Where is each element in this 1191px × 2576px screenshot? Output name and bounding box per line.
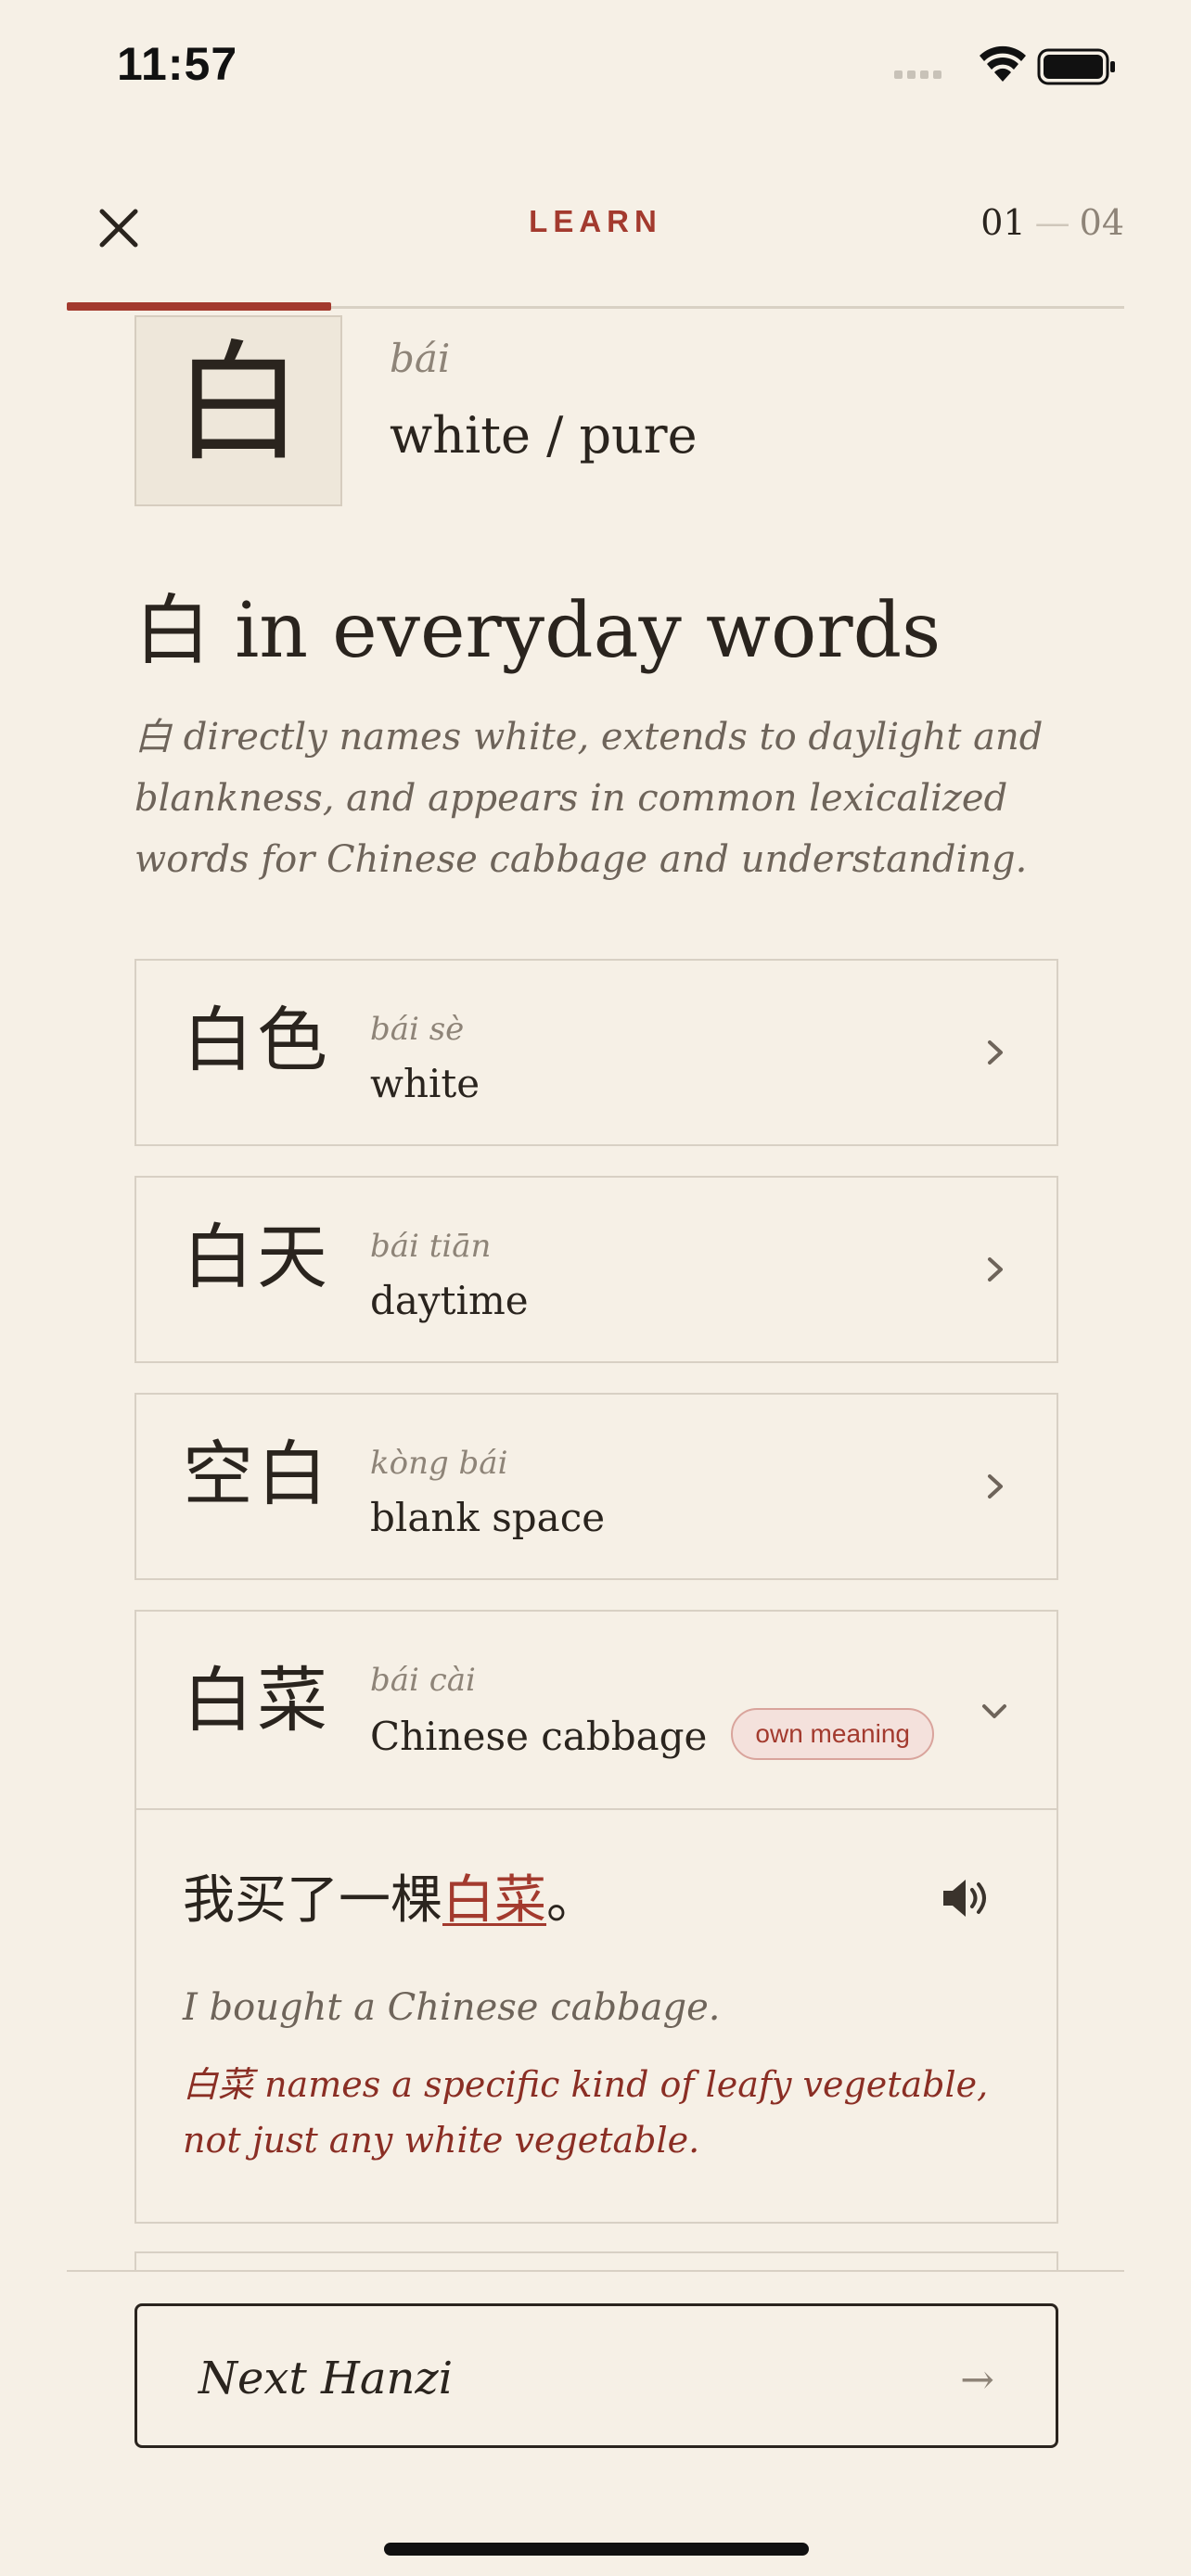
example-translation: I bought a Chinese cabbage. xyxy=(183,1986,721,2029)
hanzi-tile: 白 xyxy=(134,315,342,506)
chevron-right-icon xyxy=(988,1257,1003,1282)
word-card[interactable]: 白色 bái sè white xyxy=(134,959,1058,1146)
sentence-after: 。 xyxy=(546,1870,598,1931)
arrow-right-icon: → xyxy=(960,2356,994,2404)
word-card-header[interactable]: 白菜 bái cài Chinese cabbage own meaning xyxy=(136,1612,1057,1808)
section-description: 白 directly names white, extends to dayli… xyxy=(134,716,1044,881)
hanzi-pinyin: bái xyxy=(390,336,451,381)
word-pinyin: bái tiān xyxy=(370,1228,492,1265)
chevron-down-icon[interactable] xyxy=(979,1695,1010,1727)
hanzi-meaning: white / pure xyxy=(390,406,698,465)
status-icons xyxy=(894,45,1115,85)
home-indicator[interactable] xyxy=(384,2543,809,2556)
step-current: 01 xyxy=(980,202,1026,243)
progress-fill xyxy=(67,302,331,311)
word-meaning: blank space xyxy=(370,1495,606,1540)
word-pinyin: kòng bái xyxy=(370,1445,508,1482)
word-card-expanded[interactable]: 白菜 bái cài Chinese cabbage own meaning 我买… xyxy=(134,1610,1058,2224)
chevron-right-icon xyxy=(988,1040,1003,1065)
word-pinyin: bái cài xyxy=(370,1662,476,1699)
section-title: 白 in everyday words xyxy=(134,587,941,675)
sentence-highlight[interactable]: 白菜 xyxy=(442,1870,546,1931)
word-hanzi: 白色 xyxy=(183,999,331,1081)
sentence-before: 我买了一棵 xyxy=(183,1870,442,1931)
example-sentence: 我买了一棵白菜。 xyxy=(183,1858,598,1933)
battery-icon xyxy=(1037,48,1115,85)
word-card[interactable]: 白天 bái tiān daytime xyxy=(134,1176,1058,1363)
step-separator: — xyxy=(1034,202,1070,243)
footer-divider xyxy=(67,2270,1124,2272)
next-hanzi-label: Next Hanzi xyxy=(198,2353,454,2404)
step-counter: 01—04 xyxy=(980,202,1124,243)
next-hanzi-button[interactable]: Next Hanzi → xyxy=(134,2303,1058,2448)
signal-icon xyxy=(894,70,941,79)
example-note: 白菜 names a specific kind of leafy vegeta… xyxy=(183,2064,989,2161)
chevron-right-icon xyxy=(988,1474,1003,1498)
status-time: 11:57 xyxy=(117,38,238,90)
hanzi-character: 白 xyxy=(173,328,303,479)
speaker-icon[interactable] xyxy=(940,1875,992,1921)
own-meaning-badge: own meaning xyxy=(731,1708,934,1760)
word-meaning: Chinese cabbage xyxy=(370,1714,708,1759)
word-card[interactable]: 空白 kòng bái blank space xyxy=(134,1393,1058,1580)
word-meaning: white xyxy=(370,1061,480,1106)
word-card-partial xyxy=(134,2251,1058,2270)
example-panel: 我买了一棵白菜。 I bought a Chinese cabbage. 白菜 … xyxy=(136,1808,1057,2161)
wifi-icon xyxy=(980,45,1026,82)
word-hanzi: 白菜 xyxy=(183,1659,331,1741)
word-meaning: daytime xyxy=(370,1278,529,1323)
word-pinyin: bái sè xyxy=(370,1011,465,1048)
step-total: 04 xyxy=(1079,202,1124,243)
word-hanzi: 空白 xyxy=(183,1433,331,1515)
word-hanzi: 白天 xyxy=(183,1216,331,1298)
word-meaning-row: Chinese cabbage own meaning xyxy=(370,1708,934,1766)
